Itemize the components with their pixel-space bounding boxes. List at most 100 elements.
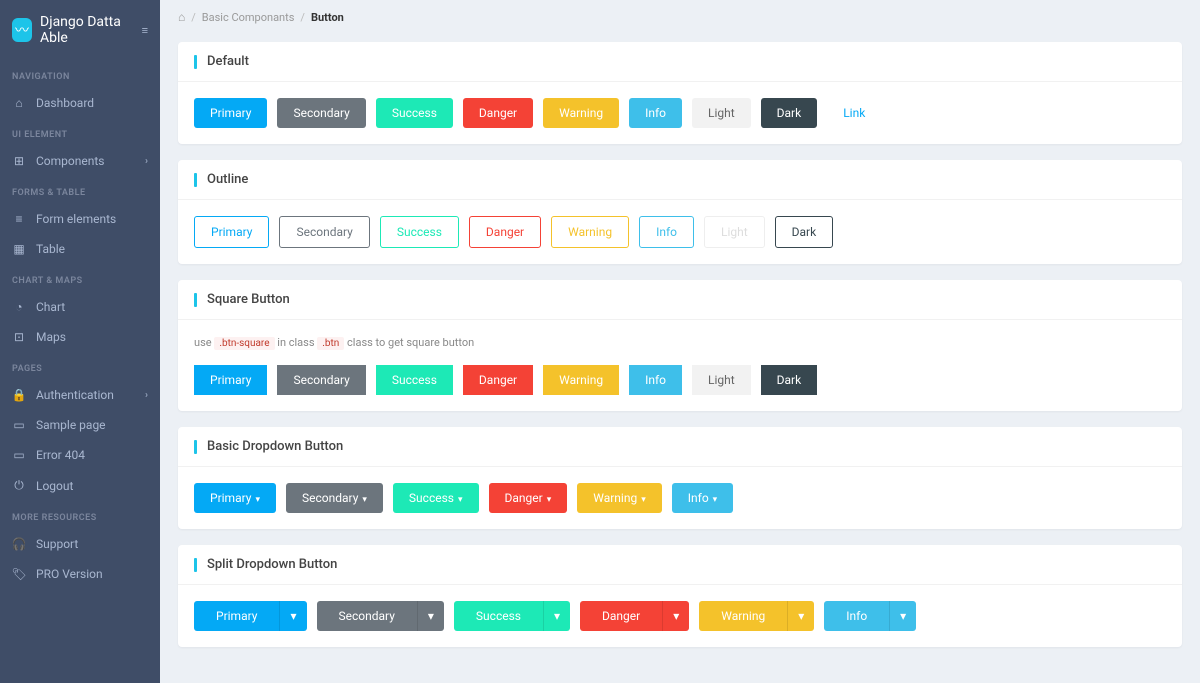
- success-split-toggle[interactable]: ▾: [543, 601, 570, 631]
- info-button[interactable]: Info: [629, 98, 682, 128]
- nav-label: Chart: [36, 300, 65, 314]
- warning-dropdown-button[interactable]: Warning▾: [577, 483, 662, 513]
- card-outline: Outline Primary Secondary Success Danger War…: [178, 160, 1182, 264]
- warning-split-toggle[interactable]: ▾: [787, 601, 814, 631]
- sidebar-item-table[interactable]: ▦Table: [0, 234, 160, 264]
- warning-split-button[interactable]: Warning: [699, 601, 787, 631]
- sidebar-item-error-404[interactable]: ▭Error 404: [0, 440, 160, 470]
- dark-outline-button[interactable]: Dark: [775, 216, 834, 248]
- success-square-button[interactable]: Success: [376, 365, 453, 395]
- card-square: Square Button use .btn-square in class .…: [178, 280, 1182, 411]
- sidebar-item-chart[interactable]: ◔ Chart: [0, 292, 160, 322]
- sidebar-item-support[interactable]: 🎧Support: [0, 529, 160, 559]
- secondary-split-toggle[interactable]: ▾: [417, 601, 444, 631]
- primary-split-button[interactable]: Primary: [194, 601, 279, 631]
- brand-icon: 〰: [12, 18, 32, 42]
- danger-split-toggle[interactable]: ▾: [662, 601, 689, 631]
- secondary-split-button[interactable]: Secondary: [317, 601, 417, 631]
- sidebar-item-form-elements[interactable]: ≡ Form elements: [0, 204, 160, 234]
- primary-button[interactable]: Primary: [194, 98, 267, 128]
- danger-button[interactable]: Danger: [463, 98, 533, 128]
- info-split-toggle[interactable]: ▾: [889, 601, 916, 631]
- info-square-button[interactable]: Info: [629, 365, 682, 395]
- danger-outline-button[interactable]: Danger: [469, 216, 541, 248]
- secondary-button[interactable]: Secondary: [277, 98, 365, 128]
- primary-outline-button[interactable]: Primary: [194, 216, 269, 248]
- chevron-right-icon: ›: [145, 390, 148, 401]
- sidebar-item-authentication[interactable]: 🔒 Authentication ›: [0, 380, 160, 410]
- primary-square-button[interactable]: Primary: [194, 365, 267, 395]
- nav-icon: ⊞: [12, 154, 26, 168]
- danger-split-button[interactable]: Danger: [580, 601, 662, 631]
- nav-label: Error 404: [36, 448, 85, 462]
- secondary-square-button[interactable]: Secondary: [277, 365, 365, 395]
- nav-label: Components: [36, 154, 105, 168]
- secondary-dropdown-button[interactable]: Secondary▾: [286, 483, 383, 513]
- card-dropdown: Basic Dropdown Button Primary▾Secondary▾…: [178, 427, 1182, 529]
- success-button[interactable]: Success: [376, 98, 453, 128]
- nav-label: Dashboard: [36, 96, 94, 110]
- light-square-button[interactable]: Light: [692, 365, 751, 395]
- info-dropdown-button[interactable]: Info▾: [672, 483, 733, 513]
- sidebar-section-header: PAGES: [0, 352, 160, 380]
- light-outline-button[interactable]: Light: [704, 216, 765, 248]
- home-icon[interactable]: ⌂: [178, 10, 185, 24]
- sidebar-item-logout[interactable]: ⏻Logout: [0, 470, 160, 501]
- nav-icon: 🏷: [12, 567, 26, 581]
- sidebar-item-pro-version[interactable]: 🏷 PRO Version: [0, 559, 160, 589]
- breadcrumb-current: Button: [311, 11, 344, 24]
- nav-label: PRO Version: [36, 567, 103, 581]
- warning-outline-button[interactable]: Warning: [551, 216, 629, 248]
- warning-split-group: Warning▾: [699, 601, 814, 631]
- breadcrumb-level-1[interactable]: Basic Componants: [202, 11, 295, 24]
- caret-down-icon: ▾: [713, 495, 718, 505]
- success-dropdown-button[interactable]: Success▾: [393, 483, 479, 513]
- card-default: Default Primary Secondary Success Danger War…: [178, 42, 1182, 144]
- caret-down-icon: ▾: [458, 495, 463, 505]
- caret-down-icon: ▾: [547, 495, 552, 505]
- primary-split-toggle[interactable]: ▾: [279, 601, 306, 631]
- card-title: Outline: [207, 172, 248, 187]
- square-helper-text: use .btn-square in class .btn class to g…: [194, 336, 1160, 349]
- card-split: Split Dropdown Button Primary▾Secondary▾…: [178, 545, 1182, 647]
- dark-button[interactable]: Dark: [761, 98, 818, 128]
- nav-icon: ◔: [12, 300, 26, 314]
- danger-square-button[interactable]: Danger: [463, 365, 533, 395]
- info-outline-button[interactable]: Info: [639, 216, 694, 248]
- nav-icon: ≡: [12, 212, 26, 226]
- nav-icon: ▭: [12, 418, 26, 432]
- warning-button[interactable]: Warning: [543, 98, 619, 128]
- warning-square-button[interactable]: Warning: [543, 365, 619, 395]
- primary-split-group: Primary▾: [194, 601, 307, 631]
- danger-dropdown-button[interactable]: Danger▾: [489, 483, 568, 513]
- menu-toggle-icon[interactable]: ≡: [142, 24, 148, 37]
- sidebar-section-header: FORMS & TABLE: [0, 176, 160, 204]
- brand-text: Django Datta Able: [40, 14, 134, 46]
- sidebar-item-sample-page[interactable]: ▭Sample page: [0, 410, 160, 440]
- sidebar-item-maps[interactable]: ⊡Maps: [0, 322, 160, 352]
- info-split-group: Info▾: [824, 601, 916, 631]
- success-split-button[interactable]: Success: [454, 601, 543, 631]
- brand-row[interactable]: 〰 Django Datta Able ≡: [0, 0, 160, 60]
- caret-down-icon: ▾: [641, 495, 646, 505]
- sidebar-item-components[interactable]: ⊞Components›: [0, 146, 160, 176]
- caret-down-icon: ▾: [255, 495, 260, 505]
- sidebar-item-dashboard[interactable]: ⌂Dashboard: [0, 88, 160, 118]
- light-button[interactable]: Light: [692, 98, 751, 128]
- success-outline-button[interactable]: Success: [380, 216, 459, 248]
- main-content: ⌂ / Basic Componants / Button Default Pr…: [160, 0, 1200, 683]
- secondary-outline-button[interactable]: Secondary: [279, 216, 369, 248]
- card-title: Default: [207, 54, 249, 69]
- nav-label: Authentication: [36, 388, 114, 402]
- nav-icon: 🔒: [12, 388, 26, 402]
- info-split-button[interactable]: Info: [824, 601, 889, 631]
- sidebar-section-header: MORE RESOURCES: [0, 501, 160, 529]
- primary-dropdown-button[interactable]: Primary▾: [194, 483, 276, 513]
- nav-label: Form elements: [36, 212, 116, 226]
- sidebar-section-header: UI ELEMENT: [0, 118, 160, 146]
- nav-label: Support: [36, 537, 78, 551]
- success-split-group: Success▾: [454, 601, 570, 631]
- nav-label: Table: [36, 242, 65, 256]
- link-button[interactable]: Link: [827, 98, 881, 128]
- dark-square-button[interactable]: Dark: [761, 365, 818, 395]
